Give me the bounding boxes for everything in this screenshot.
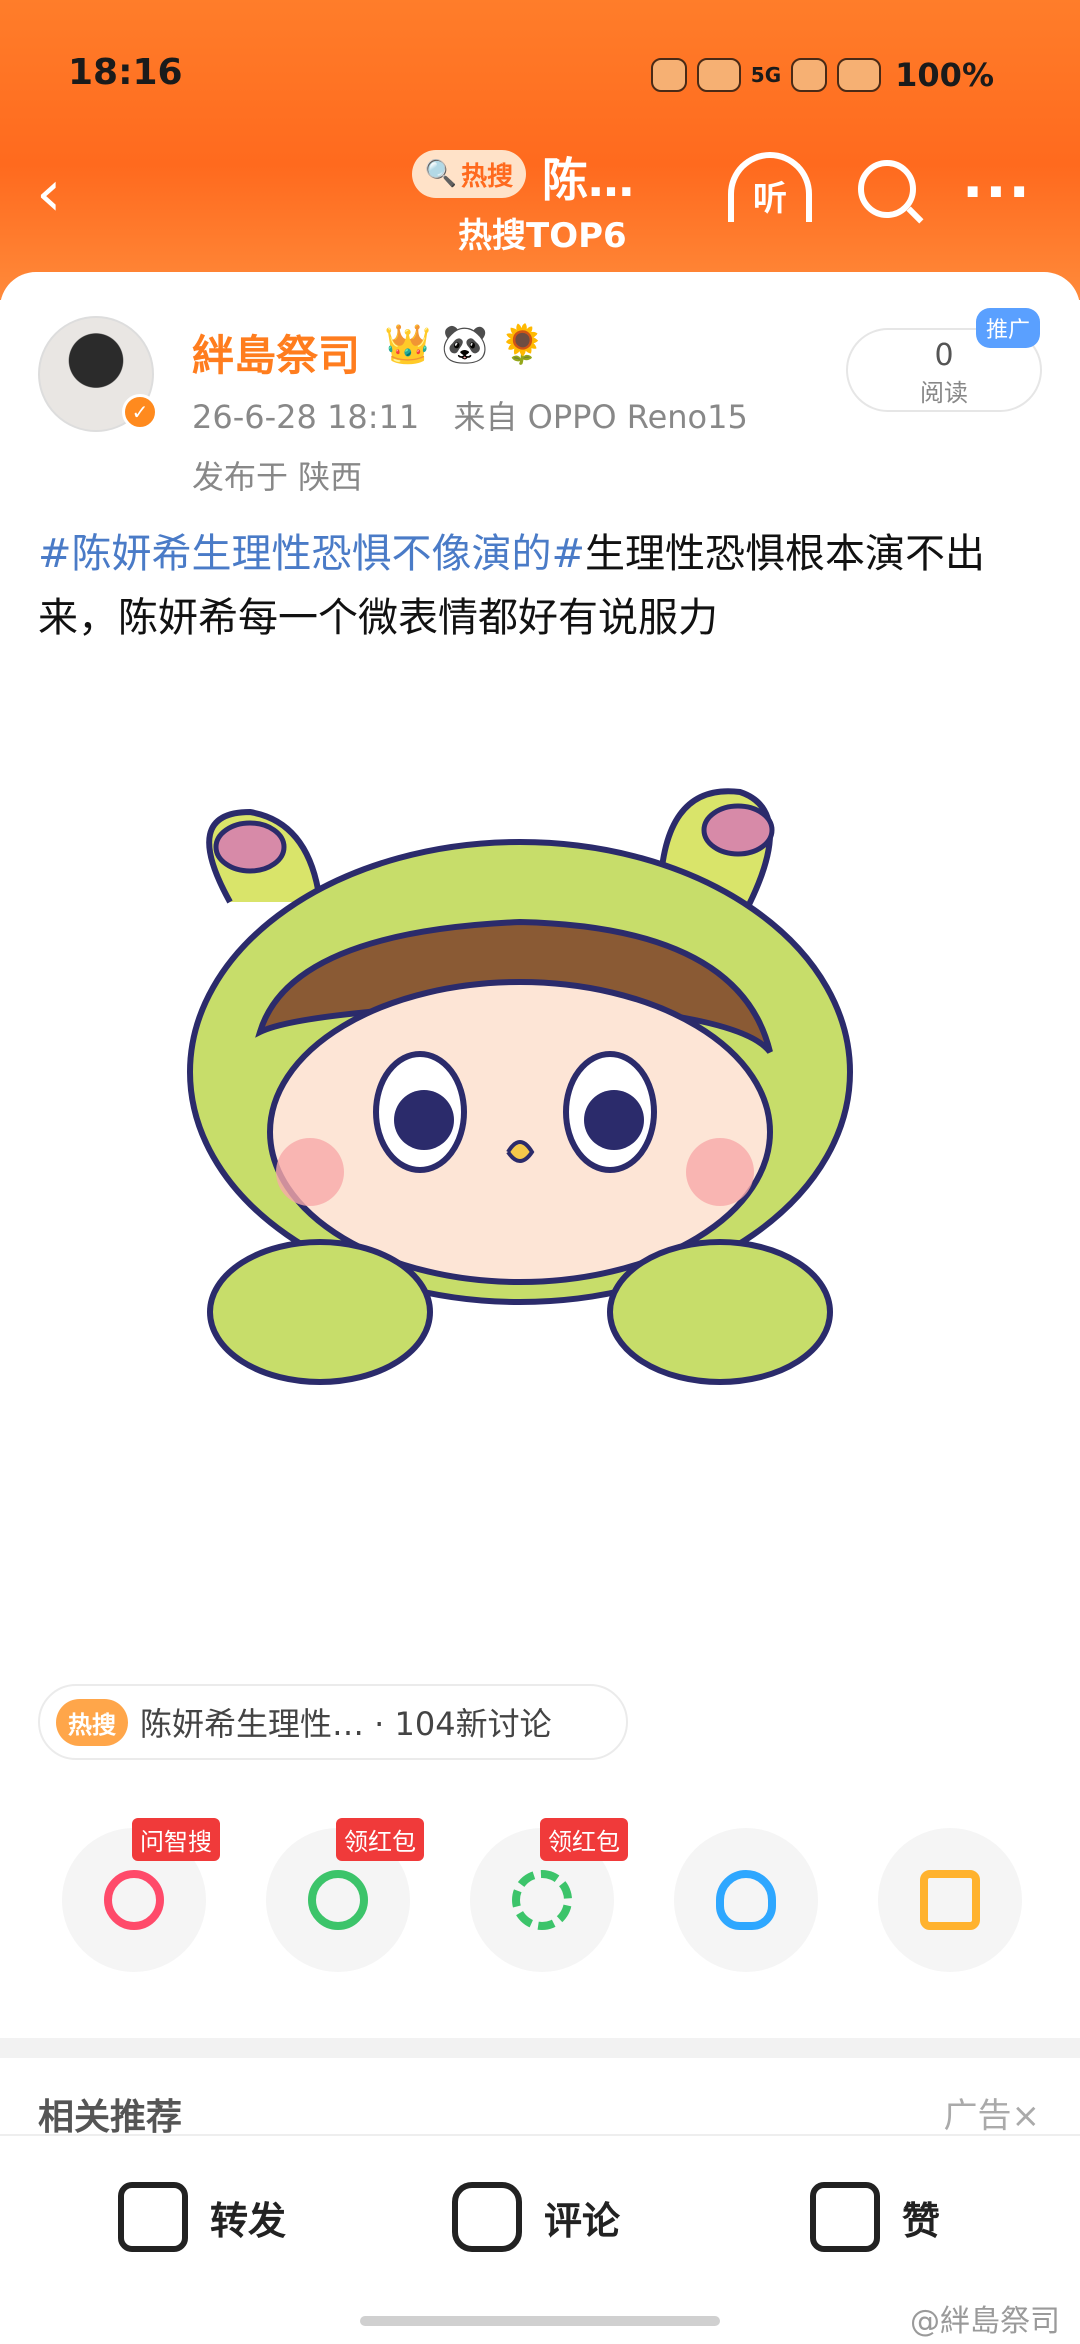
section-divider [0,2038,1080,2058]
ai-search-icon[interactable] [858,160,916,218]
thumbs-up-icon [810,2182,880,2252]
ad-label[interactable]: 广告× [944,2088,1041,2137]
share-qq-button[interactable] [674,1828,818,1972]
bottom-action-bar: 转发 评论 赞 @絆島祭司 [0,2134,1080,2344]
post-body: #陈妍希生理性恐惧不像演的#生理性恐惧根本演不出来，陈妍希每一个微表情都好有说服… [38,522,1038,650]
nav-subtitle[interactable]: 热搜TOP6 [458,208,627,257]
status-bar: 18:16 5G 100% [0,48,1080,108]
post-image-cartoon[interactable] [140,752,940,1392]
post-card: ✓ 絆島祭司 👑 🐼 🌻 26-6-28 18:11 来自 OPPO Reno1… [0,272,1080,2138]
like-button[interactable]: 赞 [810,2182,940,2252]
share-wechat-button[interactable]: 领红包 [266,1818,424,1972]
hot-topic-chip[interactable]: 热搜 陈妍希生理性… · 104新讨论 [38,1684,628,1760]
related-title: 相关推荐 [38,2097,183,2138]
bear-icon [696,58,741,92]
battery-level: 100% [895,56,994,94]
share-badge: 问智搜 [132,1818,220,1861]
nav-title[interactable]: 陈… [542,144,634,210]
close-icon[interactable]: × [1012,2096,1041,2136]
orange-icon [791,58,828,92]
post-source: 来自 OPPO Reno15 [453,398,748,436]
topic-hot-label: 热搜 [56,1698,128,1746]
crown-badge-icon: 👑 [384,322,432,366]
comment-label: 评论 [544,2198,621,2243]
comment-icon [452,2182,522,2252]
watermark: @絆島祭司 [910,2304,1060,2339]
status-time: 18:16 [68,52,183,93]
comment-button[interactable]: 评论 [452,2182,620,2252]
ad-text: 广告 [943,2096,1012,2136]
post-meta: 26-6-28 18:11 来自 OPPO Reno15 [192,392,748,438]
hot-pill-label: 热搜 [461,161,514,192]
listen-headphones-icon[interactable]: 听 [728,152,812,222]
search-icon: 🔍 [424,159,458,189]
hot-search-pill[interactable]: 🔍 热搜 [412,150,526,198]
top-nav: ‹ 🔍 热搜 陈… 热搜TOP6 听 ··· [0,140,1080,260]
topic-text: 陈妍希生理性… · 104新讨论 [140,1705,552,1743]
cat-icon [650,58,687,92]
share-wenzhisou-button[interactable]: 问智搜 [62,1818,220,1972]
home-indicator[interactable] [360,2316,720,2326]
repost-label: 转发 [210,2198,287,2243]
read-label: 阅读 [920,379,968,407]
like-label: 赞 [902,2198,941,2243]
save-image-icon [920,1870,980,1930]
panda-badge-icon: 🐼 [441,322,489,366]
listen-label: 听 [753,179,787,219]
status-icons: 5G 100% [650,56,994,94]
network-5g-label: 5G [750,63,782,87]
back-button[interactable]: ‹ [36,162,62,226]
repost-icon [118,2182,188,2252]
moments-icon [512,1870,572,1930]
promo-tag[interactable]: 推广 [976,308,1041,348]
share-badge: 领红包 [336,1818,424,1861]
sunflower-badge-icon: 🌻 [498,322,546,366]
hashtag-link[interactable]: #陈妍希生理性恐惧不像演的# [38,531,585,577]
pig-icon [837,58,882,92]
author-badges: 👑 🐼 🌻 [384,322,546,367]
save-image-button[interactable] [878,1828,1022,1972]
share-row: 问智搜 领红包 领红包 [62,1818,1022,1988]
more-options-button[interactable]: ··· [962,160,1032,225]
share-badge: 领红包 [540,1818,628,1861]
wechat-icon [308,1870,368,1930]
post-datetime: 26-6-28 18:11 [192,398,420,436]
verified-badge-icon: ✓ [122,394,158,430]
wenzhisou-icon [104,1870,164,1930]
qq-icon [716,1870,776,1930]
author-name[interactable]: 絆島祭司 [192,322,360,383]
post-location: 发布于 陕西 [192,458,363,496]
share-moments-button[interactable]: 领红包 [470,1818,628,1972]
repost-button[interactable]: 转发 [118,2182,286,2252]
